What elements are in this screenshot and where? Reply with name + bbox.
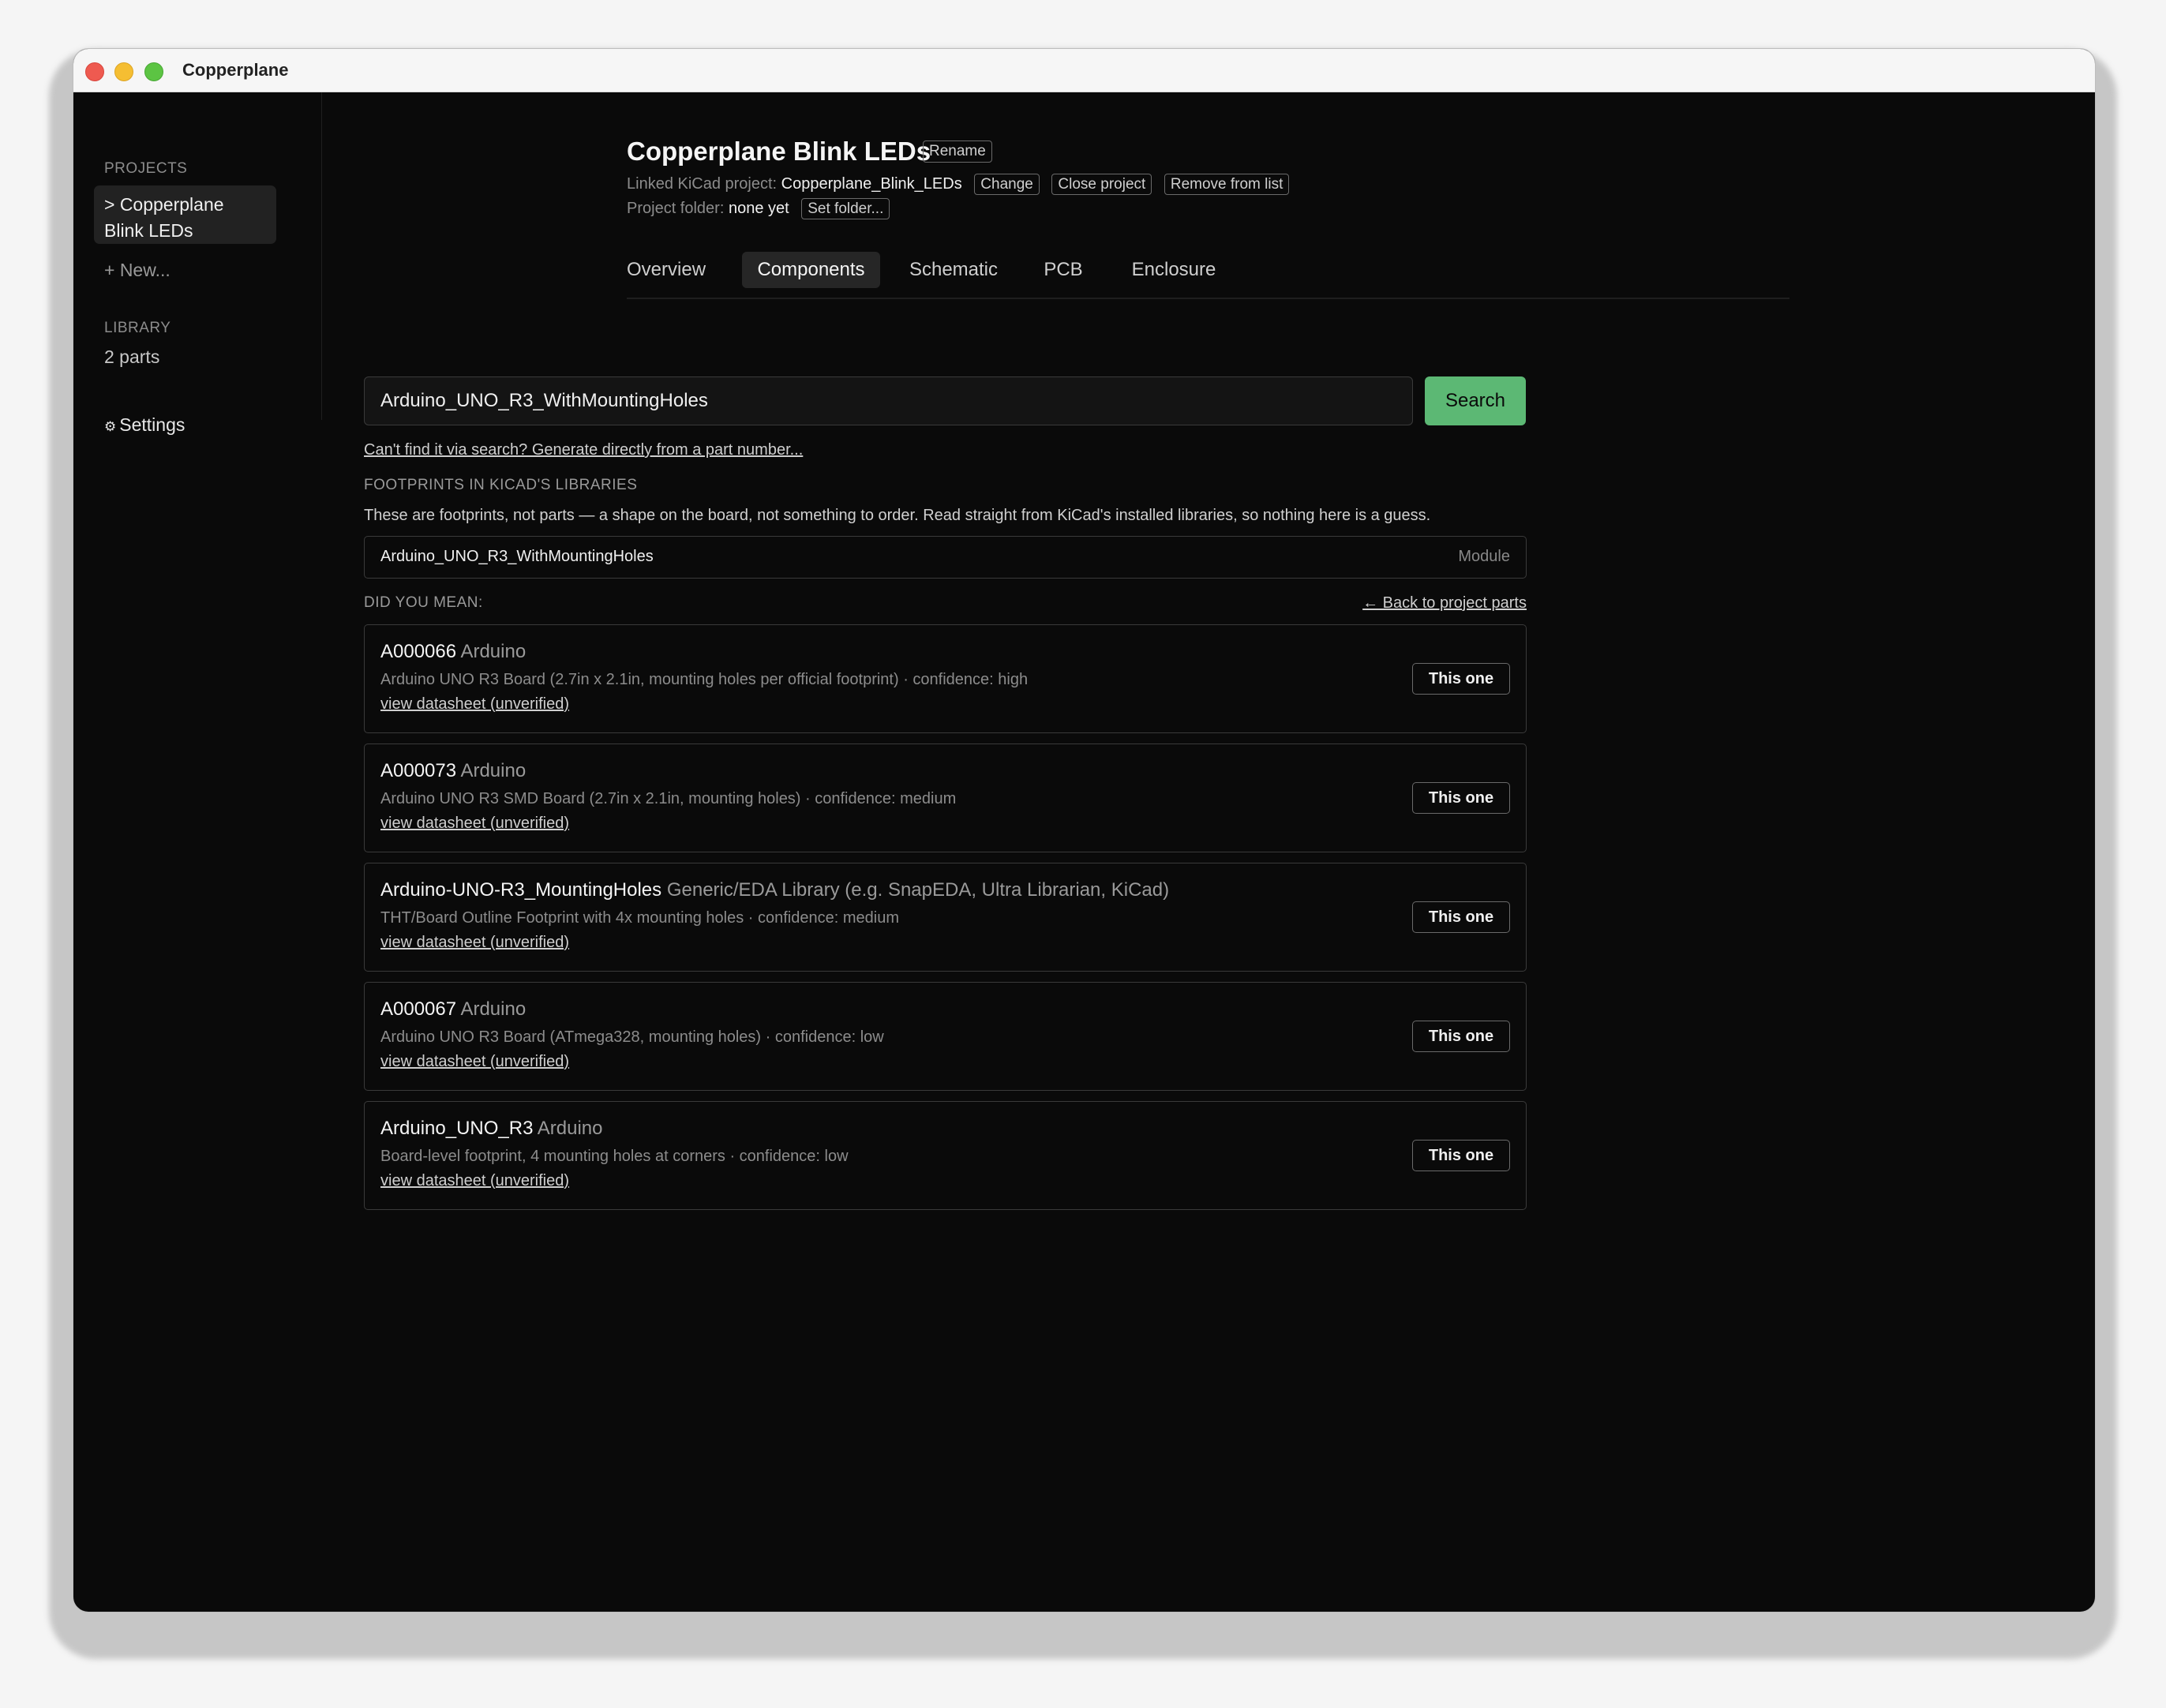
project-folder-value: none yet bbox=[728, 200, 789, 217]
suggestion-description: Board-level footprint, 4 mounting holes … bbox=[380, 1148, 849, 1165]
view-datasheet-link[interactable]: view datasheet (unverified) bbox=[380, 1053, 569, 1071]
suggestion-title: Arduino-UNO-R3_MountingHoles Generic/EDA… bbox=[380, 879, 1169, 901]
linked-project-line: Linked KiCad project: Copperplane_Blink_… bbox=[627, 174, 1290, 195]
title-bar: Copperplane bbox=[73, 49, 2095, 92]
part-search-input[interactable]: Arduino_UNO_R3_WithMountingHoles bbox=[364, 376, 1413, 425]
this-one-button[interactable]: This one bbox=[1412, 1021, 1510, 1052]
suggestion-manufacturer: Arduino bbox=[460, 760, 527, 781]
footprints-description: These are footprints, not parts — a shap… bbox=[364, 507, 1431, 524]
suggestion-manufacturer: Generic/EDA Library (e.g. SnapEDA, Ultra… bbox=[666, 879, 1170, 901]
generate-from-part-number-link[interactable]: Can't find it via search? Generate direc… bbox=[364, 441, 803, 459]
close-window-button[interactable] bbox=[85, 62, 104, 81]
suggestion-manufacturer: Arduino bbox=[460, 641, 527, 662]
main-content: Copperplane Blink LEDs Rename Linked KiC… bbox=[73, 92, 2095, 1612]
project-title: Copperplane Blink LEDs bbox=[627, 137, 931, 166]
footprints-heading: FOOTPRINTS IN KICAD'S LIBRARIES bbox=[364, 477, 638, 493]
remove-from-list-button[interactable]: Remove from list bbox=[1164, 174, 1290, 195]
suggestion-card: A000067 Arduino Arduino UNO R3 Board (AT… bbox=[364, 982, 1527, 1091]
tab-overview[interactable]: Overview bbox=[627, 252, 706, 288]
set-folder-button[interactable]: Set folder... bbox=[801, 198, 890, 219]
rename-button[interactable]: Rename bbox=[923, 140, 992, 163]
suggestion-card: A000066 Arduino Arduino UNO R3 Board (2.… bbox=[364, 624, 1527, 733]
linked-project-label: Linked KiCad project: bbox=[627, 175, 778, 193]
tab-components[interactable]: Components bbox=[742, 252, 880, 288]
this-one-button[interactable]: This one bbox=[1412, 782, 1510, 814]
suggestion-manufacturer: Arduino bbox=[537, 1118, 603, 1139]
suggestion-description: Arduino UNO R3 Board (2.7in x 2.1in, mou… bbox=[380, 671, 1029, 688]
suggestion-title: A000066 Arduino bbox=[380, 641, 526, 663]
zoom-window-button[interactable] bbox=[144, 62, 163, 81]
close-project-button[interactable]: Close project bbox=[1051, 174, 1152, 195]
suggestion-part-number: Arduino-UNO-R3_MountingHoles bbox=[380, 879, 662, 901]
suggestion-part-number: A000067 bbox=[380, 998, 457, 1020]
this-one-button[interactable]: This one bbox=[1412, 901, 1510, 933]
footprint-name: Arduino_UNO_R3_WithMountingHoles bbox=[380, 548, 654, 565]
search-button[interactable]: Search bbox=[1425, 376, 1526, 425]
this-one-button[interactable]: This one bbox=[1412, 1140, 1510, 1171]
tabs-divider bbox=[627, 298, 1789, 299]
view-datasheet-link[interactable]: view datasheet (unverified) bbox=[380, 815, 569, 833]
suggestion-title: Arduino_UNO_R3 Arduino bbox=[380, 1118, 603, 1140]
suggestion-card: Arduino-UNO-R3_MountingHoles Generic/EDA… bbox=[364, 863, 1527, 972]
suggestion-title: A000067 Arduino bbox=[380, 998, 526, 1021]
suggestion-part-number: Arduino_UNO_R3 bbox=[380, 1118, 534, 1139]
suggestion-description: Arduino UNO R3 SMD Board (2.7in x 2.1in,… bbox=[380, 790, 957, 807]
this-one-button[interactable]: This one bbox=[1412, 663, 1510, 695]
view-datasheet-link[interactable]: view datasheet (unverified) bbox=[380, 934, 569, 952]
view-datasheet-link[interactable]: view datasheet (unverified) bbox=[380, 695, 569, 714]
app-window: Copperplane PROJECTS > Copperplane Blink… bbox=[73, 48, 2096, 1612]
minimize-window-button[interactable] bbox=[114, 62, 133, 81]
tab-pcb[interactable]: PCB bbox=[1032, 252, 1095, 288]
tab-enclosure[interactable]: Enclosure bbox=[1115, 252, 1233, 288]
suggestion-part-number: A000073 bbox=[380, 760, 457, 781]
footprint-result-row[interactable]: Arduino_UNO_R3_WithMountingHoles Module bbox=[364, 536, 1527, 579]
window-title: Copperplane bbox=[182, 60, 289, 80]
suggestion-card: Arduino_UNO_R3 Arduino Board-level footp… bbox=[364, 1101, 1527, 1210]
back-to-project-parts-link[interactable]: ← Back to project parts bbox=[1362, 594, 1527, 612]
linked-project-value: Copperplane_Blink_LEDs bbox=[781, 175, 962, 193]
view-datasheet-link[interactable]: view datasheet (unverified) bbox=[380, 1172, 569, 1190]
tab-schematic[interactable]: Schematic bbox=[894, 252, 1013, 288]
suggestion-manufacturer: Arduino bbox=[460, 998, 527, 1020]
project-folder-label: Project folder: bbox=[627, 200, 725, 217]
footprint-kind: Module bbox=[1458, 548, 1510, 565]
change-button[interactable]: Change bbox=[974, 174, 1040, 195]
suggestion-part-number: A000066 bbox=[380, 641, 457, 662]
suggestion-description: THT/Board Outline Footprint with 4x moun… bbox=[380, 909, 899, 927]
did-you-mean-heading: DID YOU MEAN: bbox=[364, 594, 483, 611]
suggestion-description: Arduino UNO R3 Board (ATmega328, mountin… bbox=[380, 1028, 884, 1046]
project-folder-line: Project folder: none yet Set folder... bbox=[627, 198, 890, 219]
suggestion-card: A000073 Arduino Arduino UNO R3 SMD Board… bbox=[364, 744, 1527, 852]
suggestion-title: A000073 Arduino bbox=[380, 760, 526, 782]
